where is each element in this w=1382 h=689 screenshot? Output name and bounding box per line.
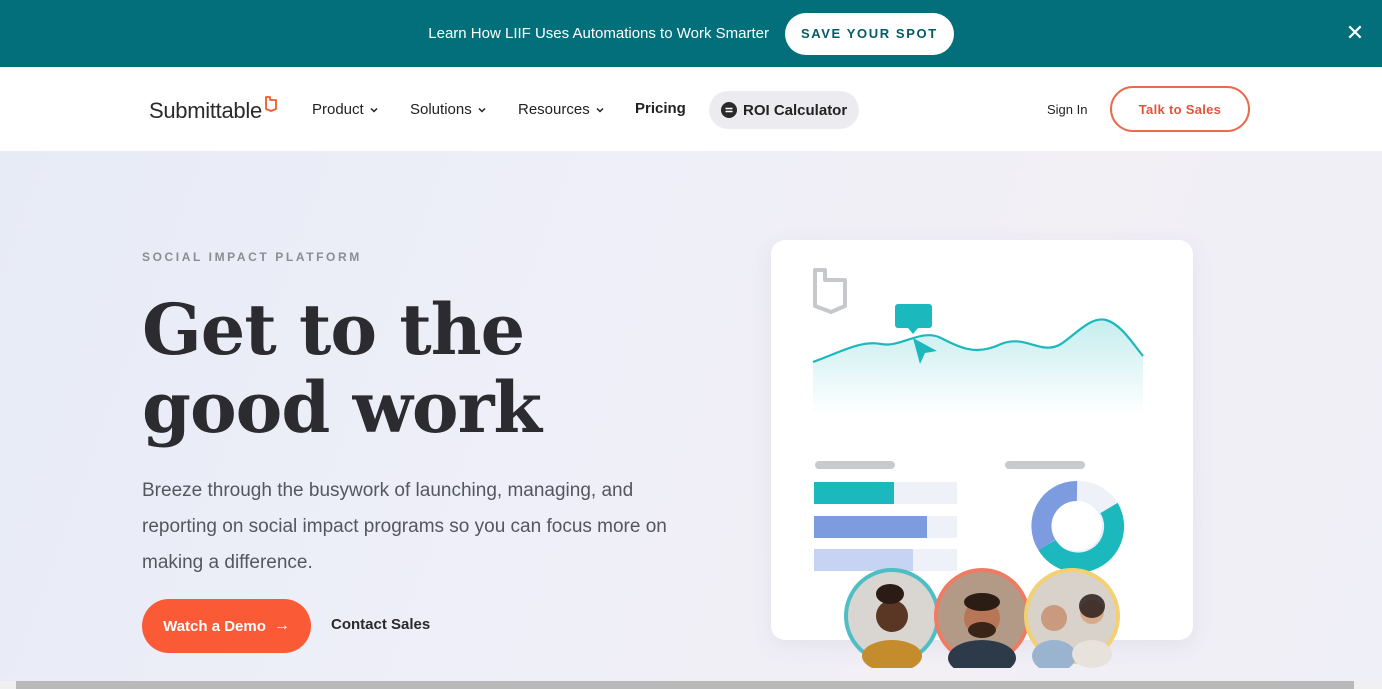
nav-pricing[interactable]: Pricing: [635, 100, 686, 117]
horizontal-scrollbar[interactable]: [16, 681, 1354, 689]
save-your-spot-button[interactable]: SAVE YOUR SPOT: [784, 12, 954, 55]
hero-headline: Get to the good work: [142, 291, 662, 447]
chevron-down-icon: [596, 107, 604, 113]
nav-resources-label: Resources: [518, 101, 590, 118]
avatar: [1024, 568, 1120, 668]
logo[interactable]: Submittable: [149, 96, 277, 124]
chat-bubble-icon: [895, 304, 932, 334]
avatar: [844, 568, 940, 668]
donut-chart-icon: [1031, 480, 1125, 573]
nav-product-label: Product: [312, 101, 364, 118]
hero-subtext: Breeze through the busywork of launching…: [142, 480, 667, 573]
announcement-bar: Learn How LIIF Uses Automations to Work …: [0, 0, 1382, 67]
nav-product[interactable]: Product: [312, 101, 378, 118]
nav-solutions-label: Solutions: [410, 101, 472, 118]
logo-mark-icon: [813, 268, 847, 314]
arrow-right-icon: →: [273, 617, 290, 634]
calculator-icon: [721, 102, 737, 118]
nav-resources[interactable]: Resources: [518, 101, 604, 118]
hero-section: SOCIAL IMPACT PLATFORM Get to the good w…: [0, 151, 1382, 681]
talk-to-sales-button[interactable]: Talk to Sales: [1110, 86, 1250, 132]
watch-demo-label: Watch a Demo: [163, 617, 266, 635]
bar-row: [814, 516, 957, 538]
close-icon[interactable]: ✕: [1344, 22, 1366, 44]
chevron-down-icon: [370, 107, 378, 113]
chevron-down-icon: [478, 107, 486, 113]
logo-mark-icon: [264, 96, 277, 112]
contact-sales-link[interactable]: Contact Sales: [331, 616, 430, 633]
headline-line-2: good work: [142, 366, 542, 449]
sign-in-link[interactable]: Sign In: [1047, 102, 1087, 117]
nav-solutions[interactable]: Solutions: [410, 101, 486, 118]
roi-calculator-label: ROI Calculator: [743, 101, 848, 119]
announcement-text: Learn How LIIF Uses Automations to Work …: [428, 25, 769, 42]
avatar: [934, 568, 1030, 668]
headline-line-1: Get to the: [142, 288, 525, 371]
logo-text: Submittable: [149, 98, 262, 123]
eyebrow-label: SOCIAL IMPACT PLATFORM: [142, 250, 362, 264]
nav-pricing-label: Pricing: [635, 100, 686, 117]
avatar-group: [844, 568, 1120, 668]
roi-calculator-button[interactable]: ROI Calculator: [709, 91, 859, 129]
main-nav: Submittable Product Solutions Resources …: [0, 67, 1382, 151]
watch-demo-button[interactable]: Watch a Demo →: [142, 599, 311, 653]
bar-row: [814, 482, 957, 504]
